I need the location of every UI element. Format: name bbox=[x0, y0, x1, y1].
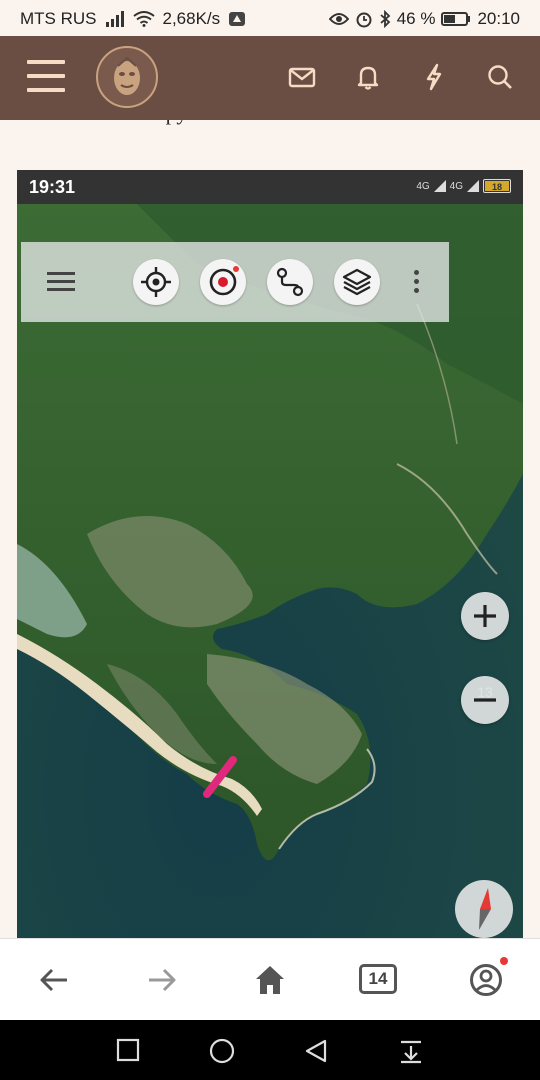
account-icon[interactable] bbox=[469, 963, 503, 997]
my-location-icon bbox=[141, 267, 171, 297]
battery-icon bbox=[441, 12, 471, 26]
notifications-pull-icon[interactable] bbox=[398, 1038, 424, 1064]
embedded-signal-1: 4G bbox=[416, 180, 430, 192]
recent-apps-icon[interactable] bbox=[116, 1038, 140, 1062]
route-icon bbox=[276, 267, 304, 297]
plus-icon bbox=[474, 605, 496, 627]
satellite-map[interactable]: 13 bbox=[17, 204, 523, 938]
embedded-map-screenshot: 19:31 4G 4G 18 bbox=[17, 170, 523, 938]
layers-button[interactable] bbox=[334, 259, 380, 305]
bluetooth-icon bbox=[380, 10, 391, 28]
tabs-button[interactable]: 14 bbox=[359, 964, 397, 994]
layers-icon bbox=[342, 268, 372, 296]
carrier-label: MTS RUS bbox=[20, 9, 97, 28]
bell-icon[interactable] bbox=[353, 62, 383, 92]
zoom-out-button[interactable] bbox=[461, 676, 509, 724]
embedded-signal-2: 4G bbox=[449, 180, 463, 192]
back-arrow-icon[interactable] bbox=[37, 963, 71, 997]
compass-icon bbox=[479, 888, 491, 930]
signal-bars-icon bbox=[467, 180, 479, 192]
my-location-button[interactable] bbox=[133, 259, 179, 305]
home-circle-icon[interactable] bbox=[209, 1038, 235, 1064]
site-header bbox=[0, 36, 540, 120]
alarm-icon bbox=[356, 12, 372, 28]
network-speed: 2,68K/s bbox=[162, 9, 221, 28]
signal-bars-icon bbox=[433, 180, 446, 192]
status-bar: MTS RUS 2,68K/s 46 % 20:10 bbox=[0, 0, 540, 36]
embedded-status-bar: 19:31 4G 4G 18 bbox=[17, 170, 523, 204]
embedded-battery-icon: 18 bbox=[483, 179, 511, 193]
embedded-clock: 19:31 bbox=[29, 177, 76, 197]
battery-percent: 46 % bbox=[396, 9, 436, 28]
mail-icon[interactable] bbox=[287, 62, 317, 92]
browser-bottom-bar: 14 bbox=[0, 938, 540, 1020]
notification-dot bbox=[500, 957, 508, 965]
menu-icon[interactable] bbox=[27, 60, 65, 94]
android-nav-bar bbox=[0, 1020, 540, 1080]
menu-icon[interactable] bbox=[47, 272, 75, 292]
route-button[interactable] bbox=[267, 259, 313, 305]
zoom-in-button[interactable] bbox=[461, 592, 509, 640]
wifi-icon bbox=[132, 11, 155, 27]
back-triangle-icon[interactable] bbox=[303, 1038, 329, 1064]
more-icon[interactable] bbox=[414, 270, 420, 296]
lightning-icon[interactable] bbox=[419, 62, 449, 92]
embedded-battery-level: 18 bbox=[485, 181, 509, 192]
site-logo[interactable] bbox=[96, 46, 158, 108]
clock: 20:10 bbox=[477, 9, 520, 28]
forward-arrow-icon[interactable] bbox=[145, 963, 179, 997]
record-track-button[interactable] bbox=[200, 259, 246, 305]
compass-button[interactable] bbox=[455, 880, 513, 938]
record-track-icon bbox=[209, 266, 239, 296]
eye-icon bbox=[328, 13, 349, 25]
sync-icon bbox=[229, 12, 246, 26]
map-toolbar bbox=[21, 242, 449, 322]
cell-signal-icon bbox=[105, 11, 124, 27]
minus-icon bbox=[474, 698, 496, 702]
home-icon[interactable] bbox=[253, 963, 287, 997]
search-icon[interactable] bbox=[485, 62, 515, 92]
